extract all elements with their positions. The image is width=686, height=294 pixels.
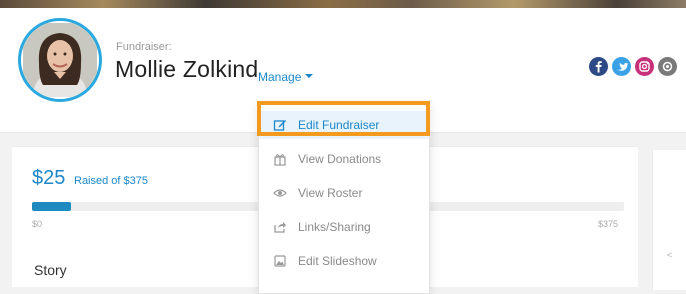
instagram-icon[interactable] — [635, 57, 654, 76]
story-heading: Story — [34, 262, 67, 278]
side-panel: < — [652, 150, 686, 290]
menu-item-links-sharing[interactable]: Links/Sharing — [259, 213, 429, 241]
manage-dropdown-button[interactable]: Manage — [258, 70, 314, 84]
menu-item-label: Edit Fundraiser — [298, 118, 380, 132]
menu-item-label: View Donations — [298, 152, 382, 166]
menu-item-label: Links/Sharing — [298, 220, 371, 234]
menu-item-label: View Roster — [298, 186, 363, 200]
caret-down-icon — [305, 73, 314, 78]
eye-icon — [273, 189, 287, 197]
email-icon[interactable] — [658, 57, 677, 76]
manage-dropdown-menu: Edit Fundraiser View Donations View Rost… — [258, 102, 430, 294]
raised-amount: $25 — [32, 167, 66, 189]
menu-item-view-roster[interactable]: View Roster — [259, 179, 429, 207]
edit-icon — [273, 120, 286, 131]
side-panel-tick: < — [667, 250, 673, 260]
progress-max-label: $375 — [598, 219, 619, 229]
progress-bar-fill — [32, 202, 71, 211]
menu-item-edit-fundraiser[interactable]: Edit Fundraiser — [259, 111, 429, 139]
fundraiser-label: Fundraiser: — [116, 41, 172, 53]
menu-item-edit-slideshow[interactable]: Edit Slideshow — [259, 247, 429, 275]
share-icon — [274, 222, 286, 233]
manage-label: Manage — [258, 70, 302, 84]
progress-min-label: $0 — [32, 219, 43, 229]
facebook-icon[interactable] — [589, 57, 608, 76]
header-banner — [0, 0, 686, 8]
twitter-icon[interactable] — [612, 57, 631, 76]
image-icon — [274, 255, 286, 267]
menu-item-view-donations[interactable]: View Donations — [259, 145, 429, 173]
menu-item-label: Edit Slideshow — [298, 254, 377, 268]
raised-goal-text: Raised of $375 — [74, 175, 148, 187]
fundraiser-name: Mollie Zolkind — [115, 56, 259, 82]
avatar — [18, 18, 102, 102]
gift-icon — [274, 154, 286, 166]
